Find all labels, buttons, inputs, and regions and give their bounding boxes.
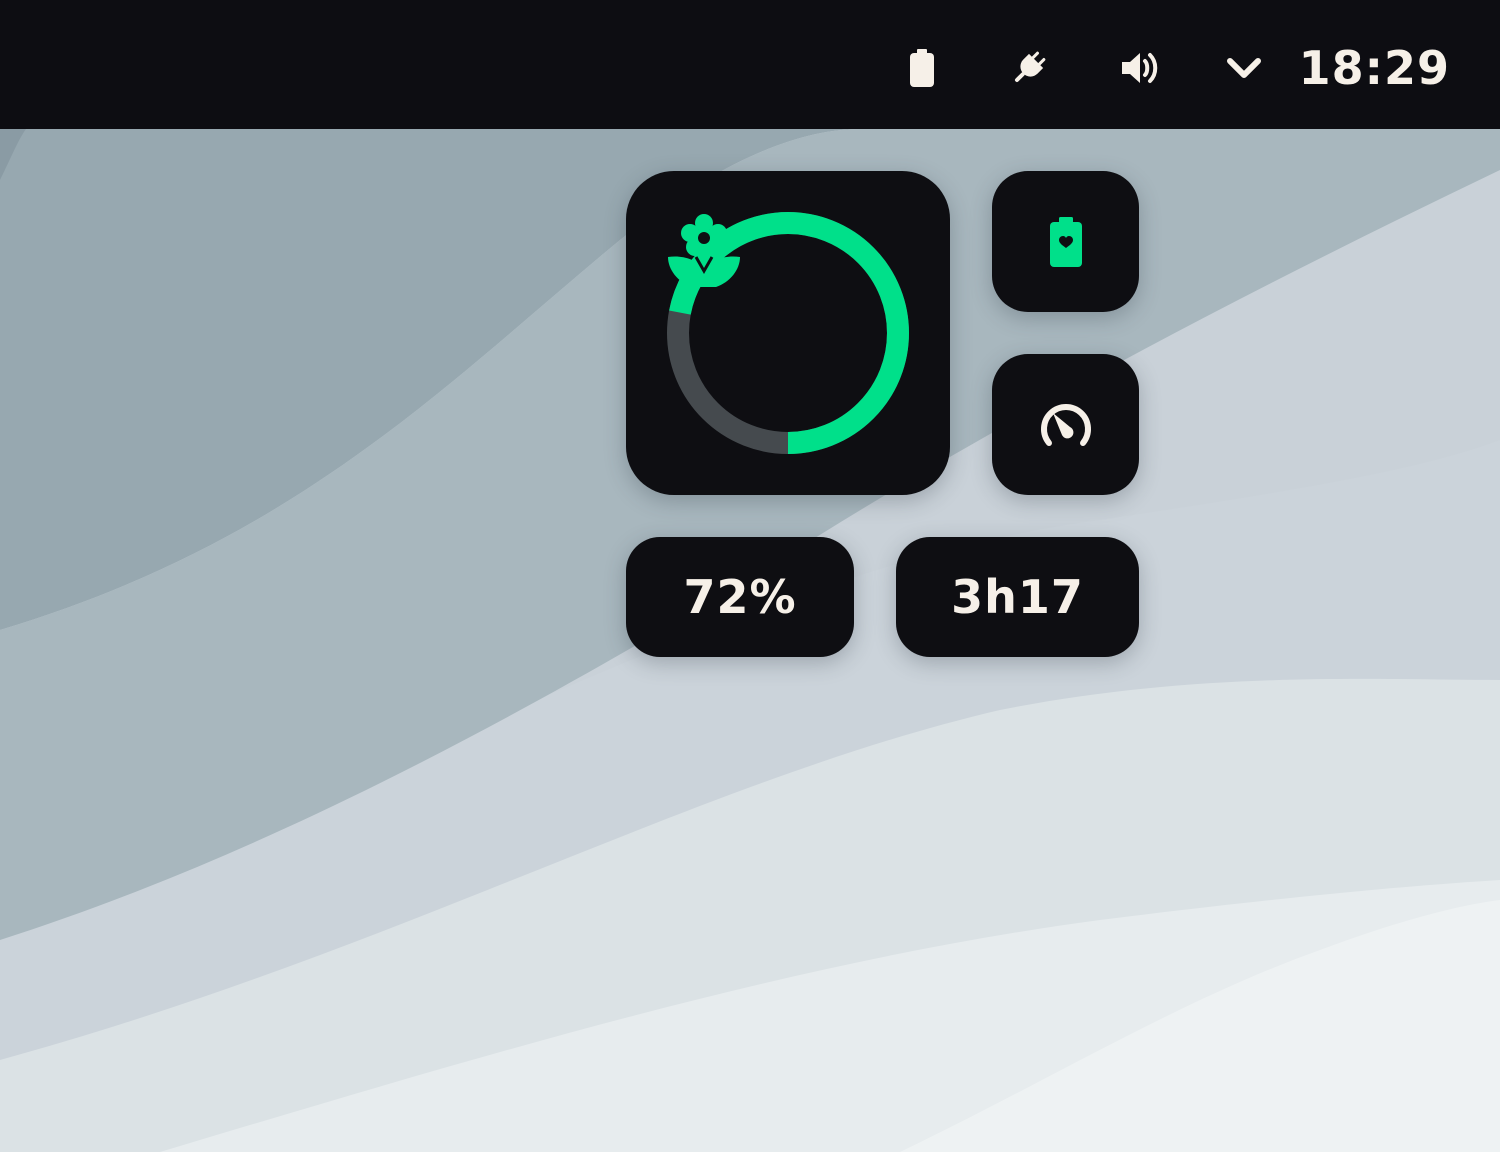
time-remaining-label: 3h17 — [951, 570, 1084, 624]
chevron-down-icon[interactable] — [1220, 44, 1268, 92]
battery-health-button[interactable] — [992, 171, 1139, 312]
top-bar: 18:29 — [0, 0, 1500, 129]
battery-icon[interactable] — [898, 44, 946, 92]
volume-icon[interactable] — [1116, 44, 1164, 92]
battery-ring — [666, 211, 910, 455]
power-plug-icon[interactable] — [1005, 44, 1053, 92]
speedometer-icon — [1040, 403, 1091, 446]
performance-mode-button[interactable] — [992, 354, 1139, 495]
clock[interactable]: 18:29 — [1299, 38, 1450, 98]
flower-eco-icon — [668, 214, 740, 287]
battery-ring-tile[interactable] — [626, 171, 950, 495]
battery-heart-icon — [1049, 216, 1082, 267]
battery-percent-label: 72% — [683, 570, 797, 624]
time-remaining-tile: 3h17 — [896, 537, 1139, 657]
battery-percent-tile: 72% — [626, 537, 854, 657]
